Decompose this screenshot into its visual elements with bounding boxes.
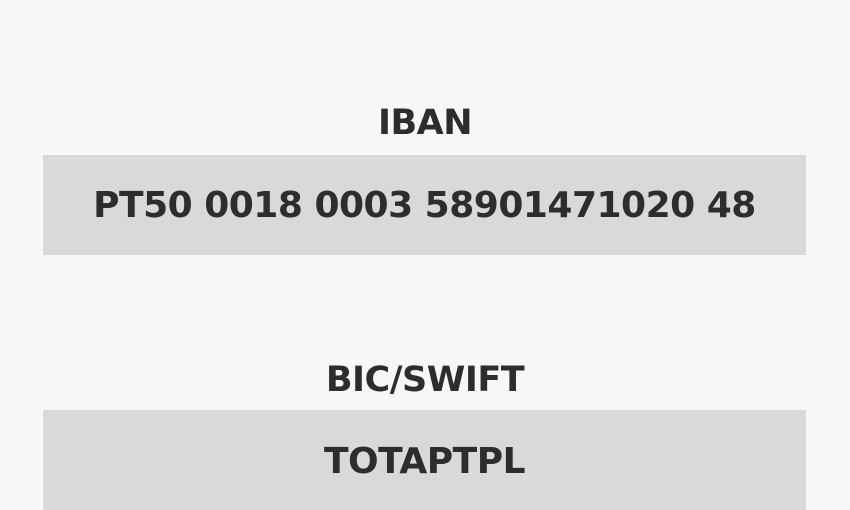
iban-label: IBAN: [377, 103, 473, 143]
iban-value-box[interactable]: PT50 0018 0003 58901471020 48: [43, 155, 806, 255]
iban-value[interactable]: PT50 0018 0003 58901471020 48: [93, 185, 756, 226]
bic-swift-label: BIC/SWIFT: [325, 360, 525, 400]
bic-swift-value[interactable]: TOTAPTPL: [324, 441, 526, 482]
bic-swift-value-box[interactable]: TOTAPTPL: [43, 410, 806, 510]
